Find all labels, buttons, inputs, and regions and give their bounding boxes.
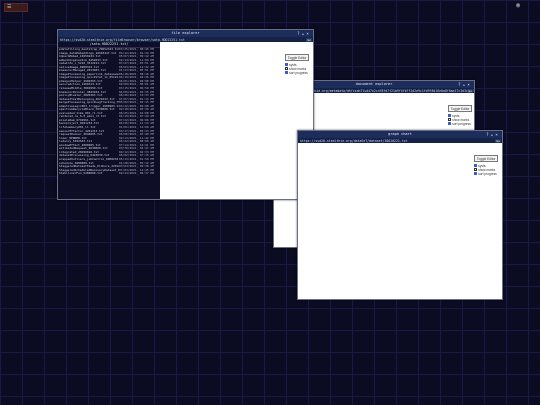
checkbox[interactable] xyxy=(474,172,477,175)
user-icon[interactable]: ◉ xyxy=(516,1,520,9)
options-panel: Toggle Editor sysfs show marks sort prog… xyxy=(474,155,498,176)
go-button[interactable]: Go xyxy=(306,37,312,42)
options-panel: Toggle Editor sysfs show marks sort prog… xyxy=(448,105,472,126)
option-sort-progress[interactable]: sort progress xyxy=(285,71,309,75)
option-sort-progress[interactable]: sort progress xyxy=(448,122,472,126)
address-bar[interactable]: https://ssd20.stealthie.org/dataSeT/data… xyxy=(298,138,502,143)
file-list: pdatafilling_bootstrap_29652323.txt 03/25… xyxy=(58,48,160,176)
checkbox[interactable] xyxy=(448,118,451,121)
window-controls[interactable]: ?▴× xyxy=(458,82,472,87)
checkbox[interactable] xyxy=(474,168,477,171)
file-explorer-window: file explorer ?▴× https://ssd20.stealthi… xyxy=(57,29,314,200)
url-text: https://ssd20.stealthie.org/fileBrowser/… xyxy=(60,37,185,42)
checkbox[interactable] xyxy=(448,114,451,117)
toggle-editor-button[interactable]: Toggle Editor xyxy=(285,54,309,61)
file-date: 02/24/2021, 06:37 PM xyxy=(119,172,154,176)
graph-chart-window: graph chart ?▴× https://ssd20.stealthie.… xyxy=(297,130,503,300)
file-list-panel: /sata-HDD22251.txt/ pdatafilling_bootstr… xyxy=(58,42,160,199)
checkbox[interactable] xyxy=(448,122,451,125)
checkbox[interactable] xyxy=(285,71,288,74)
url-text: https://ssd20.stealthie.org/dataSeT/data… xyxy=(300,138,408,143)
go-button[interactable]: Go xyxy=(467,88,473,93)
option-sort-progress[interactable]: sort progress xyxy=(474,172,498,176)
window-controls[interactable]: ?▴× xyxy=(297,31,311,36)
toggle-editor-button[interactable]: Toggle Editor xyxy=(474,155,498,162)
checkbox[interactable] xyxy=(474,164,477,167)
window-title: file explorer xyxy=(171,31,200,35)
checkbox[interactable] xyxy=(285,63,288,66)
go-button[interactable]: Go xyxy=(495,138,501,143)
toggle-editor-button[interactable]: Toggle Editor xyxy=(448,105,472,112)
options-panel: Toggle Editor sysfs show marks sort prog… xyxy=(285,54,309,75)
checkbox[interactable] xyxy=(285,67,288,70)
window-controls[interactable]: ?▴× xyxy=(486,132,500,137)
file-row[interactable]: StabilizerFun_5280000.txt 02/24/2021, 06:… xyxy=(58,172,160,176)
file-name: StabilizerFun_5280000.txt xyxy=(59,172,103,176)
title-bar[interactable]: file explorer ?▴× xyxy=(58,30,313,37)
hamburger-icon[interactable]: ☰ xyxy=(7,5,11,10)
window-title: graph chart xyxy=(388,132,412,136)
title-bar[interactable]: graph chart ?▴× xyxy=(298,131,502,138)
menu-widget[interactable]: ☰ xyxy=(4,3,28,12)
